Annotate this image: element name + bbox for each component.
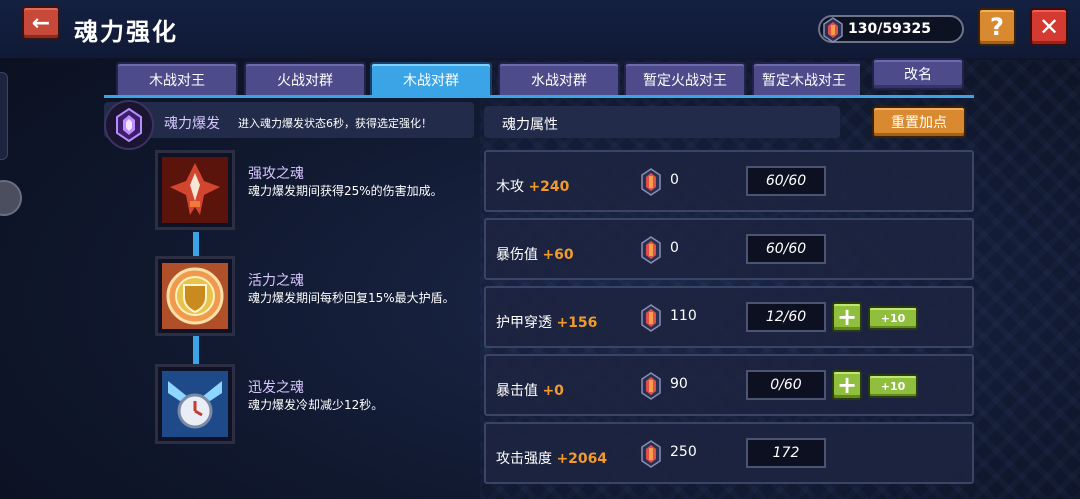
skill-description: 魂力爆发期间获得25%的伤害加成。: [248, 184, 443, 198]
help-button[interactable]: ?: [978, 8, 1016, 46]
preset-tabs: 木战对王 火战对群 木战对群 水战对群 暂定火战对王 暂定木战对王: [112, 62, 860, 96]
attribute-row: 护甲穿透 +156 110 12/60 + +10: [484, 286, 974, 348]
shield-soul-icon: [162, 263, 228, 329]
attribute-level: 12/60: [746, 302, 826, 332]
skill-name: 迅发之魂: [248, 380, 304, 396]
attribute-level: 60/60: [746, 234, 826, 264]
burst-description: 进入魂力爆发状态6秒，获得选定强化！: [238, 117, 432, 130]
skill-slot-cooldown[interactable]: [155, 364, 235, 444]
attributes-title: 魂力属性: [502, 117, 558, 133]
skill-slot-attack[interactable]: [155, 150, 235, 230]
attribute-row: 木攻 +240 0 60/60: [484, 150, 974, 212]
tab-preset-5[interactable]: 暂定火战对王: [624, 62, 746, 96]
tab-underline: [104, 95, 974, 98]
skill-description: 魂力爆发期间每秒回复15%最大护盾。: [248, 291, 455, 305]
soul-currency-counter: 130/59325: [818, 15, 964, 43]
attribute-cost: 0: [670, 240, 679, 256]
question-icon: ?: [990, 13, 1004, 41]
attribute-cost: 0: [670, 172, 679, 188]
close-icon: ✕: [1038, 13, 1060, 41]
cooldown-soul-icon: [162, 371, 228, 437]
burst-crystal-icon: [116, 108, 142, 142]
attribute-row: 攻击强度 +2064 250 172: [484, 422, 974, 484]
add-point-button[interactable]: +: [832, 302, 862, 332]
burst-title: 魂力爆发: [164, 116, 220, 132]
attribute-bonus: +240: [528, 179, 570, 195]
rename-button[interactable]: 改名: [872, 58, 964, 90]
soul-gem-icon: [641, 372, 661, 400]
soul-burst-icon: [104, 100, 154, 150]
attribute-label: 攻击强度 +2064: [496, 451, 608, 467]
attribute-bonus: +2064: [556, 451, 608, 467]
tab-preset-1[interactable]: 木战对王: [116, 62, 238, 96]
soul-gem-icon: [641, 440, 661, 468]
attribute-bonus: +156: [556, 315, 598, 331]
add-ten-points-button[interactable]: +10: [868, 306, 918, 330]
attribute-bonus: +60: [542, 247, 574, 263]
attribute-row: 暴击值 +0 90 0/60 + +10: [484, 354, 974, 416]
add-ten-points-button[interactable]: +10: [868, 374, 918, 398]
attribute-level: 172: [746, 438, 826, 468]
attribute-cost: 90: [670, 376, 688, 392]
attribute-label: 暴击值 +0: [496, 383, 564, 399]
skill-connector: [193, 336, 199, 366]
tab-preset-3[interactable]: 木战对群: [370, 62, 492, 96]
attribute-label: 暴伤值 +60: [496, 247, 574, 263]
back-arrow-icon: ←: [31, 10, 51, 36]
back-button[interactable]: ←: [22, 6, 60, 40]
skill-name: 活力之魂: [248, 273, 304, 289]
skill-description: 魂力爆发冷却减少12秒。: [248, 398, 384, 412]
reset-points-button[interactable]: 重置加点: [872, 106, 966, 138]
attribute-label: 木攻 +240: [496, 179, 570, 195]
page-title: 魂力强化: [74, 18, 178, 46]
skill-name: 强攻之魂: [248, 166, 304, 182]
soul-gem-icon: [641, 236, 661, 264]
tab-preset-6[interactable]: 暂定木战对王: [752, 62, 860, 96]
add-point-button[interactable]: +: [832, 370, 862, 400]
attribute-level: 0/60: [746, 370, 826, 400]
close-button[interactable]: ✕: [1030, 8, 1068, 46]
attribute-bonus: +0: [542, 383, 564, 399]
tab-preset-2[interactable]: 火战对群: [244, 62, 366, 96]
attack-soul-icon: [162, 157, 228, 223]
attribute-level: 60/60: [746, 166, 826, 196]
side-drawer-handle[interactable]: [0, 72, 8, 160]
skill-slot-shield[interactable]: [155, 256, 235, 336]
currency-value: 130/59325: [848, 21, 932, 37]
tab-preset-4[interactable]: 水战对群: [498, 62, 620, 96]
attribute-cost: 110: [670, 308, 697, 324]
attribute-label: 护甲穿透 +156: [496, 315, 598, 331]
soul-gem-icon: [641, 168, 661, 196]
skill-connector: [193, 232, 199, 258]
soul-gem-icon: [823, 17, 843, 43]
soul-gem-icon: [641, 304, 661, 332]
attribute-cost: 250: [670, 444, 697, 460]
attribute-row: 暴伤值 +60 0 60/60: [484, 218, 974, 280]
